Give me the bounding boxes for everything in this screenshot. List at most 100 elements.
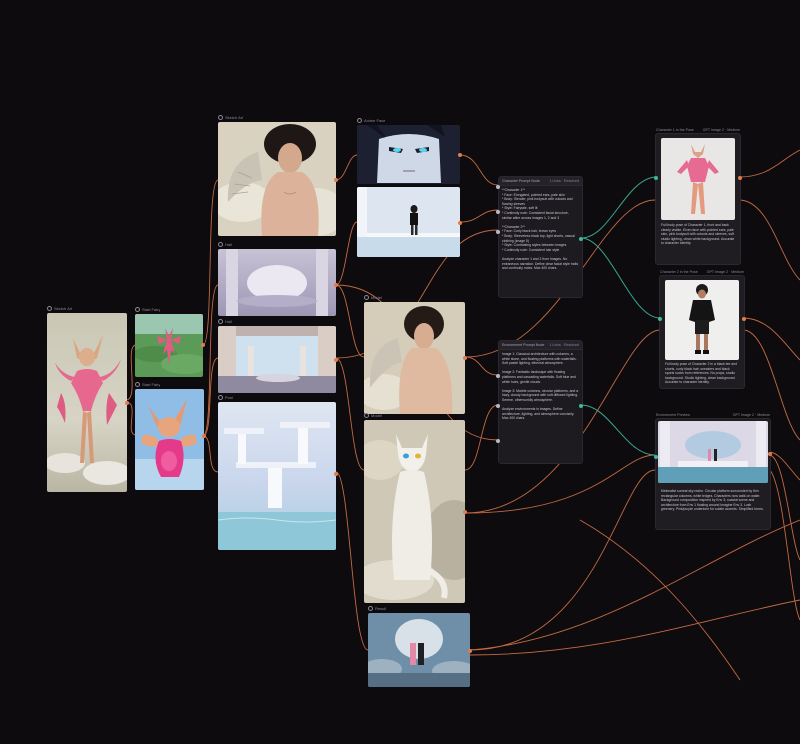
hall-node[interactable]: Hall <box>218 242 338 316</box>
fairy-green-image <box>135 314 203 377</box>
wire <box>335 284 365 358</box>
input-port[interactable] <box>654 176 658 180</box>
hall-image <box>218 249 336 316</box>
couple-image <box>368 613 470 687</box>
output-port[interactable] <box>463 510 467 514</box>
environment-output-card[interactable]: Environment Preview GPT Image 2 · Medium … <box>654 413 772 530</box>
character-prompt-text[interactable]: **Character 1** * Face: Elongated, point… <box>502 188 579 294</box>
wire <box>202 435 219 473</box>
node-icon <box>218 319 223 325</box>
wire <box>579 519 741 681</box>
input-port[interactable] <box>496 230 500 234</box>
pool-figure-node[interactable] <box>357 187 462 257</box>
card-title: Character 2 in the Pose <box>660 270 698 274</box>
link-wire <box>580 404 656 456</box>
output-port[interactable] <box>334 178 338 182</box>
anime-face-node[interactable]: Anime Face <box>357 118 462 184</box>
link-port[interactable] <box>579 237 583 241</box>
wire <box>742 317 800 361</box>
output-port[interactable] <box>458 153 462 157</box>
node-label: Model <box>371 413 382 418</box>
angel2-image <box>364 302 465 414</box>
panel-title: Environment Prompt Node <box>502 343 545 347</box>
character2-description: Full body pose of Character 2 in a black… <box>665 362 738 385</box>
node-icon <box>135 307 140 313</box>
wire <box>469 519 800 651</box>
node-icon <box>47 306 52 312</box>
node-icon <box>218 395 223 401</box>
output-port[interactable] <box>334 358 338 362</box>
wire <box>202 284 219 437</box>
input-port[interactable] <box>496 374 500 378</box>
output-port[interactable] <box>738 176 742 180</box>
input-port[interactable] <box>496 185 500 189</box>
character2-output-card[interactable]: Character 2 in the Pose GPT Image 2 · Med… <box>658 270 746 389</box>
input-port[interactable] <box>496 210 500 214</box>
wire <box>738 199 800 281</box>
environment-description: Minimalist surreal sky realm. Circular p… <box>661 489 764 512</box>
environment-prompt-node[interactable]: Environment Prompt Node 1 Links · Resolve… <box>496 340 583 464</box>
cat-node[interactable]: Model <box>364 413 467 603</box>
wire <box>469 469 656 651</box>
wire <box>459 209 499 223</box>
wire <box>202 179 219 346</box>
output-port[interactable] <box>468 649 472 653</box>
wire <box>769 469 800 621</box>
wire <box>202 357 219 437</box>
wire <box>469 599 800 656</box>
node-icon <box>364 413 369 419</box>
input-port[interactable] <box>654 455 658 459</box>
node-icon <box>218 242 223 248</box>
wire <box>464 356 499 376</box>
fairy-cat-image <box>135 389 204 490</box>
hall2-image <box>218 326 336 393</box>
character1-result-image <box>661 138 735 220</box>
hall2-node[interactable]: Hall <box>218 319 338 393</box>
angel-node[interactable]: Sketch Art <box>218 115 338 236</box>
anime-face-image <box>357 125 460 184</box>
link-port[interactable] <box>579 404 583 408</box>
output-port[interactable] <box>334 472 338 476</box>
input-port[interactable] <box>496 404 500 408</box>
input-port[interactable] <box>658 317 662 321</box>
output-port[interactable] <box>201 343 205 347</box>
sketch-fairy-node[interactable]: Sketch Art <box>47 306 129 492</box>
output-port[interactable] <box>463 356 467 360</box>
node-icon <box>135 382 140 388</box>
wire <box>768 451 800 481</box>
character1-description: Full body pose of Character 1, front and… <box>661 223 736 246</box>
output-port[interactable] <box>742 317 746 321</box>
pool-figure-image <box>357 187 460 257</box>
input-port[interactable] <box>496 439 500 443</box>
angel-image <box>218 122 336 236</box>
output-port[interactable] <box>202 434 206 438</box>
wire <box>464 404 499 471</box>
couple-node[interactable]: Result <box>368 606 472 687</box>
output-port[interactable] <box>334 283 338 287</box>
node-label: Start Fairy <box>142 382 161 387</box>
node-label: Hall <box>225 242 232 247</box>
output-port[interactable] <box>458 221 462 225</box>
wire <box>335 221 358 286</box>
environment-prompt-text[interactable]: Image 1: Classical architecture with col… <box>502 352 579 460</box>
character1-output-card[interactable]: Character 1 in the Pose GPT Image 2 · Med… <box>654 128 742 265</box>
node-label: Start Fairy <box>142 307 161 312</box>
card-meta: GPT Image 2 · Medium <box>732 413 770 417</box>
cat-image <box>364 420 465 603</box>
card-title: Character 1 in the Pose <box>656 128 694 132</box>
environment-result-image <box>658 421 768 483</box>
fairy-green-node[interactable]: Start Fairy <box>135 307 205 377</box>
waterfall-node[interactable]: Pool <box>218 395 338 550</box>
node-label: Sketch Art <box>54 306 73 311</box>
panel-title: Character Prompt Node <box>502 179 540 183</box>
output-port[interactable] <box>768 452 772 456</box>
wire <box>768 454 800 561</box>
node-icon <box>368 606 373 612</box>
wire <box>738 149 800 178</box>
output-port[interactable] <box>125 401 129 405</box>
node-label: Model <box>371 295 382 300</box>
character-prompt-node[interactable]: Character Prompt Node 1 Links · Resolved … <box>496 176 583 298</box>
angel2-node[interactable]: Model <box>364 295 467 414</box>
waterfall-image <box>218 402 336 550</box>
fairy-cat-node[interactable]: Start Fairy <box>135 382 206 490</box>
